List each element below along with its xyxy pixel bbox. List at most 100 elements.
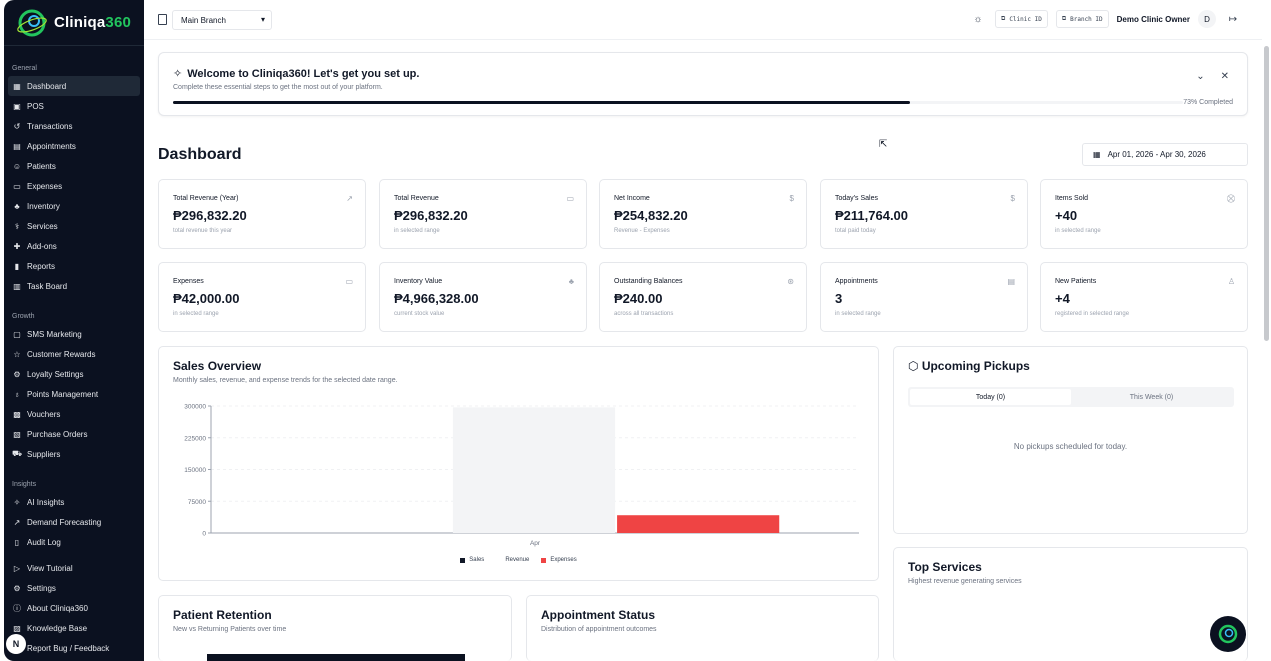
top-services-title: Top Services [908,560,982,574]
sidebar-item-reports[interactable]: ▮ Reports [4,256,144,276]
page-scrollbar[interactable] [1264,46,1269,341]
legend-item-sales: Sales [460,557,484,563]
sidebar: Cliniqa360 General ▦ Dashboard ▣ POS ↺ Transa… [4,0,144,661]
sidebar-item-about-cliniqa360[interactable]: ⓘ About Cliniqa360 [4,598,144,618]
kanban-icon: ▥ [13,281,21,291]
stat-value: ₱211,764.00 [835,208,909,223]
nav-section-general: General [12,65,37,72]
y-tick-label: 225000 [184,435,206,442]
nav-insights: ✧ AI Insights ↗ Demand Forecasting ▯ Audit Lo… [4,492,144,552]
boxes-icon: ♣ [568,277,574,286]
sidebar-item-label: Dashboard [27,81,67,91]
stat-subtitle: in selected range [173,311,219,317]
close-icon[interactable]: ✕ [1221,71,1229,82]
branch-id-button[interactable]: ⧉ Branch ID [1055,10,1109,28]
sidebar-item-add-ons[interactable]: ✚ Add-ons [4,236,144,256]
sidebar-item-label: Customer Rewards [27,349,96,359]
sidebar-item-suppliers[interactable]: ⛟ Suppliers [4,444,144,464]
stat-value: ₱296,832.20 [173,208,247,223]
sidebar-item-transactions[interactable]: ↺ Transactions [4,116,144,136]
tab-today[interactable]: Today (0) [910,389,1071,405]
y-tick-label: 300000 [184,404,206,411]
retention-bar [207,654,465,661]
card-icon: ▭ [566,194,574,203]
sidebar-item-appointments[interactable]: ▤ Appointments [4,136,144,156]
sidebar-item-patients[interactable]: ☺ Patients [4,156,144,176]
logo-text: Cliniqa360 [54,14,132,31]
branch-select[interactable]: Main Branch ▾ [172,10,272,30]
stat-value: ₱4,966,328.00 [394,291,479,306]
stat-value: +4 [1055,291,1070,306]
top-right-controls: ☼ ⧉ Clinic ID ⧉ Branch ID Demo Clinic Owne… [969,10,1242,28]
service-icon: ⚕ [14,221,20,231]
legend-swatch [541,557,547,563]
history-icon: ↺ [13,121,21,131]
nav-section-insights: Insights [12,481,37,488]
branch-select-value: Main Branch [181,15,226,25]
stat-subtitle: registered in selected range [1055,311,1130,317]
sidebar-item-inventory[interactable]: ♣ Inventory [4,196,144,216]
logo[interactable]: Cliniqa360 [4,0,144,46]
sidebar-item-label: Services [27,221,58,231]
collapse-chevron-icon[interactable]: ⌄ [1196,71,1204,82]
stat-card-total-revenue: Total Revenue ₱296,832.20 in selected rang… [379,179,587,249]
stat-subtitle: across all transactions [614,311,674,317]
alert-icon: ⊛ [787,277,794,286]
chevron-down-icon: ▾ [260,15,265,24]
sidebar-item-sms-marketing[interactable]: ▢ SMS Marketing [4,324,144,344]
copy-icon: ⧉ [1001,15,1006,22]
upcoming-pickups-title-text: Upcoming Pickups [921,359,1030,373]
stat-subtitle: in selected range [1055,228,1101,234]
sales-overview-card: Sales Overview Monthly sales, revenue, a… [158,346,879,581]
stat-value: ₱240.00 [614,291,663,306]
appointment-status-subtitle: Distribution of appointment outcomes [541,626,657,633]
clinic-id-button[interactable]: ⧉ Clinic ID [995,10,1048,28]
play-icon: ▷ [13,563,21,573]
top-services-card: Top Services Highest revenue generating … [893,547,1248,661]
help-fab-button[interactable]: N [6,634,26,654]
sidebar-item-audit-log[interactable]: ▯ Audit Log [4,532,144,552]
boxes-icon: ♣ [14,201,20,211]
stat-label: Outstanding Balances [614,278,683,285]
logout-icon[interactable]: ↦ [1224,10,1242,28]
date-range-picker[interactable]: ▦ Apr 01, 2026 - Apr 30, 2026 [1082,143,1248,166]
users-icon: ☺ [12,161,22,171]
sidebar-item-ai-insights[interactable]: ✧ AI Insights [4,492,144,512]
building-icon [158,14,167,25]
y-tick-label: 0 [202,531,206,538]
sidebar-item-settings[interactable]: ⚙ Settings [4,578,144,598]
sidebar-item-expenses[interactable]: ▭ Expenses [4,176,144,196]
chat-support-button[interactable] [1210,616,1246,652]
copy-icon: ⧉ [1061,15,1067,22]
sidebar-item-dashboard[interactable]: ▦ Dashboard [8,76,140,96]
sidebar-item-demand-forecasting[interactable]: ↗ Demand Forecasting [4,512,144,532]
legend-label: Expenses [550,557,577,563]
patient-retention-title: Patient Retention [173,608,272,622]
branch-id-label: Branch ID [1070,15,1103,23]
sparkle-icon: ✧ [173,68,183,80]
sidebar-item-customer-rewards[interactable]: ☆ Customer Rewards [4,344,144,364]
stat-value: ₱296,832.20 [394,208,468,223]
grid-icon: ▦ [13,81,21,91]
trend-up-icon: ↗ [346,194,353,203]
sidebar-item-services[interactable]: ⚕ Services [4,216,144,236]
clinic-id-label: Clinic ID [1009,15,1042,23]
legend-swatch [496,557,502,563]
sidebar-item-knowledge-base[interactable]: ▨ Knowledge Base [4,618,144,638]
sidebar-item-view-tutorial[interactable]: ▷ View Tutorial [4,558,144,578]
theme-toggle-icon[interactable]: ☼ [969,10,987,28]
sidebar-item-loyalty-settings[interactable]: ⚙ Loyalty Settings [4,364,144,384]
sidebar-item-pos[interactable]: ▣ POS [4,96,144,116]
sidebar-item-vouchers[interactable]: ▩ Vouchers [4,404,144,424]
sidebar-item-purchase-orders[interactable]: ▧ Purchase Orders [4,424,144,444]
avatar[interactable]: D [1198,10,1216,28]
tab-this-week[interactable]: This Week (0) [1071,389,1232,405]
nav-general: ▦ Dashboard ▣ POS ↺ Transactions ▤ Appointments… [4,76,144,296]
award-icon: ♁ [14,389,20,399]
stat-card-today-s-sales: Today's Sales ₱211,764.00 total paid today… [820,179,1028,249]
calendar-icon: ▤ [1007,277,1015,286]
sidebar-item-task-board[interactable]: ▥ Task Board [4,276,144,296]
stat-label: Appointments [835,278,878,285]
sidebar-item-points-management[interactable]: ♁ Points Management [4,384,144,404]
sidebar-item-label: POS [27,101,44,111]
